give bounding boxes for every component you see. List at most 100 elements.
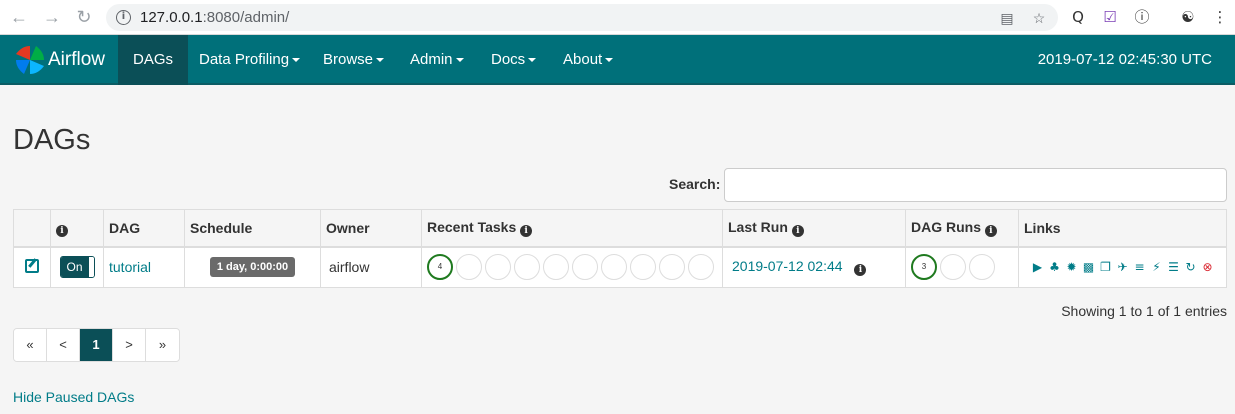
first-page-button[interactable]: «	[14, 329, 47, 361]
task-status-circle[interactable]	[601, 254, 627, 281]
browser-menu-icon[interactable]: ⋮	[1210, 7, 1230, 27]
forward-icon[interactable]: →	[42, 7, 62, 27]
app-navbar: Airflow DAGs Data Profiling Browse Admin…	[0, 35, 1235, 85]
graph-view-icon[interactable]: ✹	[1065, 260, 1079, 274]
utc-clock: 2019-07-12 02:45:30 UTC	[1037, 51, 1212, 68]
header-dag-runs: DAG Runs i	[905, 209, 1019, 248]
brand[interactable]: Airflow	[14, 44, 105, 76]
tree-view-icon[interactable]: ♣	[1048, 260, 1062, 274]
next-page-button[interactable]: >	[113, 329, 146, 361]
info-icon[interactable]: i	[854, 264, 867, 277]
header-links: Links	[1018, 209, 1227, 248]
nav-about[interactable]: About	[548, 35, 628, 85]
last-page-button[interactable]: »	[146, 329, 179, 361]
address-bar[interactable]: i 127.0.0.1:8080/admin/ ▤ ☆	[106, 4, 1058, 31]
dags-table: i DAG Schedule Owner Recent Tasks i Last…	[13, 209, 1227, 288]
dag-run-circle-success[interactable]: 3	[911, 254, 937, 281]
header-info: i	[50, 209, 104, 248]
dag-link[interactable]: tutorial	[109, 259, 151, 275]
caret-down-icon	[455, 58, 464, 63]
nav-dags[interactable]: DAGs	[118, 35, 189, 85]
reload-icon[interactable]: ↻	[74, 7, 94, 27]
back-icon[interactable]: ←	[9, 7, 29, 27]
task-status-circle[interactable]	[630, 254, 656, 281]
site-info-icon[interactable]: i	[116, 10, 131, 25]
info-icon[interactable]: i	[56, 224, 68, 237]
info-icon[interactable]: i	[520, 224, 533, 237]
page-title: DAGs	[13, 124, 91, 156]
extension-q-icon[interactable]: Q	[1068, 7, 1088, 27]
dag-runs-cell: 3	[905, 246, 1019, 288]
toggle-label: On	[60, 257, 89, 278]
table-row: On tutorial 1 day, 0:00:00 airflow 4 201…	[13, 246, 1227, 288]
links-cell: ▶ ♣ ✹ ▩ ❐ ✈ ≡ ⚡ ☰ ↻ ⊗	[1018, 246, 1227, 288]
airflow-logo-icon	[16, 46, 44, 74]
task-status-circle[interactable]	[543, 254, 569, 281]
prev-page-button[interactable]: <	[47, 329, 80, 361]
search-input[interactable]	[724, 168, 1227, 202]
duration-chart-icon[interactable]: ▩	[1082, 260, 1096, 274]
landing-times-icon[interactable]: ✈	[1116, 260, 1130, 274]
refresh-icon[interactable]: ↻	[1184, 260, 1198, 274]
profile-avatar-icon[interactable]: ☯	[1178, 7, 1198, 27]
header-owner[interactable]: Owner	[320, 209, 422, 248]
nav-admin[interactable]: Admin	[395, 35, 479, 85]
schedule-badge[interactable]: 1 day, 0:00:00	[209, 257, 296, 278]
caret-down-icon	[376, 58, 385, 63]
toggle-knob	[88, 257, 94, 278]
recent-tasks-cell: 4	[421, 246, 723, 288]
header-recent-tasks-label: Recent Tasks	[427, 218, 517, 235]
url-text[interactable]: 127.0.0.1:8080/admin/	[140, 9, 289, 26]
nav-browse[interactable]: Browse	[308, 35, 399, 85]
toggle-cell: On	[50, 246, 104, 288]
caret-down-icon	[292, 58, 301, 63]
delete-dag-icon[interactable]: ⊗	[1201, 260, 1215, 274]
extension-info-icon[interactable]: ⓘ	[1132, 7, 1152, 27]
translate-icon[interactable]: ▤	[998, 9, 1016, 27]
task-status-circle-success[interactable]: 4	[427, 254, 453, 281]
code-view-icon[interactable]: ⚡	[1150, 260, 1164, 274]
logs-icon[interactable]: ☰	[1167, 260, 1181, 274]
hide-paused-dags-link[interactable]: Hide Paused DAGs	[13, 389, 134, 405]
dag-run-circle[interactable]	[969, 254, 995, 281]
task-status-circle[interactable]	[659, 254, 685, 281]
bookmark-star-icon[interactable]: ☆	[1030, 9, 1048, 27]
header-recent-tasks: Recent Tasks i	[421, 209, 723, 248]
header-last-run[interactable]: Last Run i	[722, 209, 906, 248]
nav-docs[interactable]: Docs	[476, 35, 551, 85]
owner-cell: airflow	[320, 246, 422, 288]
edit-icon[interactable]	[25, 258, 39, 273]
task-status-circle[interactable]	[572, 254, 598, 281]
dag-run-circle[interactable]	[940, 254, 966, 281]
header-dag[interactable]: DAG	[103, 209, 185, 248]
header-schedule[interactable]: Schedule	[184, 209, 321, 248]
header-edit	[13, 209, 51, 248]
brand-name: Airflow	[48, 49, 106, 70]
tries-icon[interactable]: ❐	[1099, 260, 1113, 274]
pagination: « < 1 > »	[13, 328, 180, 362]
task-status-circle[interactable]	[514, 254, 540, 281]
header-dag-runs-label: DAG Runs	[911, 218, 981, 235]
gantt-icon[interactable]: ≡	[1133, 260, 1147, 274]
task-status-circle[interactable]	[688, 254, 714, 281]
task-status-circle[interactable]	[456, 254, 482, 281]
pause-toggle[interactable]: On	[59, 256, 95, 279]
caret-down-icon	[605, 58, 614, 63]
last-run-link[interactable]: 2019-07-12 02:44	[732, 258, 843, 274]
browser-toolbar: ← → ↻ i 127.0.0.1:8080/admin/ ▤ ☆ Q ☑ ⓘ …	[0, 0, 1235, 35]
table-header-row: i DAG Schedule Owner Recent Tasks i Last…	[13, 209, 1227, 248]
nav-data-profiling[interactable]: Data Profiling	[184, 35, 315, 85]
entries-info: Showing 1 to 1 of 1 entries	[1061, 303, 1227, 319]
trigger-dag-icon[interactable]: ▶	[1031, 260, 1045, 274]
header-last-run-label: Last Run	[728, 218, 788, 235]
info-icon[interactable]: i	[791, 224, 804, 237]
edit-cell	[13, 246, 51, 288]
dag-cell: tutorial	[103, 246, 185, 288]
search-label: Search:	[669, 176, 721, 192]
info-icon[interactable]: i	[984, 224, 997, 237]
schedule-cell: 1 day, 0:00:00	[184, 246, 321, 288]
extension-check-icon[interactable]: ☑	[1100, 7, 1120, 27]
caret-down-icon	[528, 58, 537, 63]
task-status-circle[interactable]	[485, 254, 511, 281]
page-1-button[interactable]: 1	[80, 329, 113, 361]
